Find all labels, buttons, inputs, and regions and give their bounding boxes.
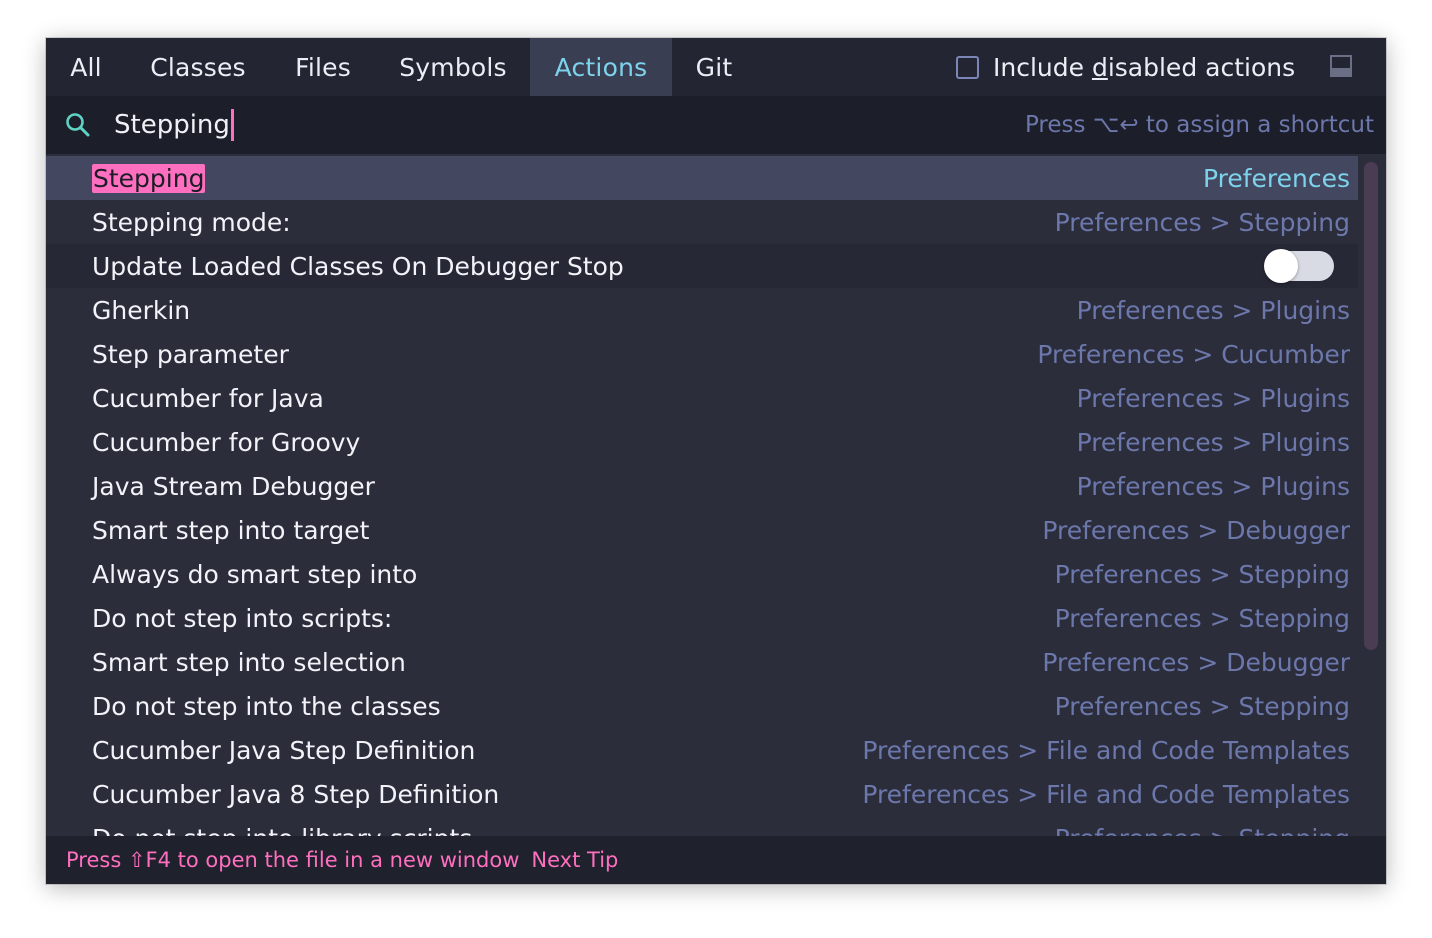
result-name: Do not step into the classes (92, 692, 441, 721)
result-name-text: Cucumber for Java (92, 383, 324, 413)
result-row[interactable]: Smart step into target Preferences > Debu… (46, 508, 1358, 552)
result-location: Preferences > Stepping (1054, 207, 1350, 237)
open-in-tool-window-icon[interactable] (1330, 55, 1352, 77)
result-location: Preferences > Debugger (1042, 647, 1350, 677)
tab-classes[interactable]: Classes (126, 38, 270, 96)
result-name: Step parameter (92, 340, 289, 369)
result-location: Preferences > Plugins (1076, 383, 1350, 413)
result-row[interactable]: Cucumber Java 8 Step Definition Preferenc… (46, 772, 1358, 816)
result-row[interactable]: Step parameter Preferences > Cucumber (46, 332, 1358, 376)
result-location: Preferences (1202, 163, 1350, 193)
result-location: Preferences > File and Code Templates (862, 735, 1350, 765)
result-location: Preferences > Plugins (1076, 471, 1350, 501)
result-row[interactable]: Stepping mode: Preferences > Stepping (46, 200, 1358, 244)
result-row[interactable]: Smart step into selection Preferences > D… (46, 640, 1358, 684)
result-row[interactable]: Update Loaded Classes On Debugger Stop (46, 244, 1358, 288)
result-row[interactable]: Cucumber for Java Preferences > Plugins (46, 376, 1358, 420)
include-disabled-checkbox[interactable] (956, 55, 979, 79)
scrollbar[interactable] (1364, 162, 1378, 650)
result-location: Preferences > Stepping (1054, 691, 1350, 721)
result-location: Preferences > Plugins (1076, 427, 1350, 457)
result-row[interactable]: Gherkin Preferences > Plugins (46, 288, 1358, 332)
result-name: Cucumber for Java (92, 384, 324, 413)
result-row[interactable]: Do not step into scripts: Preferences > S… (46, 596, 1358, 640)
footer-bar: Press ⇧F4 to open the file in a new wind… (46, 836, 1386, 884)
toggle-switch[interactable] (1264, 249, 1334, 283)
result-name-text: Smart step into target (92, 515, 370, 545)
next-tip-link[interactable]: Next Tip (531, 848, 618, 872)
search-row: Stepping Press ⌥↩ to assign a shortcut (46, 96, 1386, 154)
match-highlight: Stepping (92, 163, 206, 193)
result-location: Preferences > File and Code Templates (862, 779, 1350, 809)
search-icon (66, 113, 90, 137)
result-location: Preferences > Cucumber (1037, 339, 1350, 369)
result-location: Preferences > Stepping (1055, 824, 1350, 837)
result-row[interactable]: Java Stream Debugger Preferences > Plugin… (46, 464, 1358, 508)
result-row[interactable]: Do not step into the classes Preferences … (46, 684, 1358, 728)
result-name-text: Cucumber for Groovy (92, 427, 361, 457)
results-list: Stepping Preferences Stepping mode: Prefere… (46, 156, 1358, 836)
result-name: Gherkin (92, 296, 190, 325)
result-location: Preferences > Debugger (1042, 515, 1350, 545)
tab-bar: All Classes Files Symbols Actions Git In… (46, 38, 1386, 96)
result-name-text: Do not step into library scripts (92, 824, 472, 837)
result-name-text: Update Loaded Classes On Debugger Stop (92, 251, 624, 281)
result-name: Java Stream Debugger (92, 472, 375, 501)
search-everywhere-popup: All Classes Files Symbols Actions Git In… (46, 38, 1386, 884)
tab-git[interactable]: Git (672, 38, 756, 96)
search-input[interactable]: Stepping (114, 104, 974, 146)
result-name: Do not step into scripts: (92, 604, 392, 633)
result-row[interactable]: Cucumber Java Step Definition Preferences… (46, 728, 1358, 772)
result-name-text: Cucumber Java 8 Step Definition (92, 779, 500, 809)
result-name-text: Gherkin (92, 295, 191, 325)
result-name: Do not step into library scripts (92, 824, 472, 837)
tab-actions[interactable]: Actions (530, 38, 672, 96)
result-name: Cucumber for Groovy (92, 428, 360, 457)
result-name-text: Step parameter (92, 339, 289, 369)
text-caret (230, 109, 234, 141)
result-name: Stepping (92, 163, 206, 193)
tab-all[interactable]: All (46, 38, 126, 96)
include-disabled-label: Include disabled actions (993, 52, 1296, 82)
result-name: Cucumber Java Step Definition (92, 736, 475, 765)
result-row[interactable]: Cucumber for Groovy Preferences > Plugins (46, 420, 1358, 464)
result-name-text: Do not step into the classes (92, 691, 441, 721)
result-location: Preferences > Stepping (1054, 559, 1350, 589)
result-name-text: Cucumber Java Step Definition (92, 735, 476, 765)
result-name: Update Loaded Classes On Debugger Stop (92, 252, 624, 281)
result-name: Cucumber Java 8 Step Definition (92, 780, 499, 809)
result-name: Smart step into target (92, 516, 369, 545)
result-name-text: Do not step into scripts: (92, 603, 393, 633)
shortcut-hint: Press ⌥↩ to assign a shortcut (1024, 112, 1374, 138)
result-name: Stepping mode: (92, 208, 291, 237)
result-location: Preferences > Plugins (1076, 295, 1350, 325)
result-name-text: Smart step into selection (92, 647, 406, 677)
result-name-text: Stepping mode: (92, 207, 291, 237)
tab-files[interactable]: Files (270, 38, 376, 96)
include-disabled-actions-option[interactable]: Include disabled actions (956, 38, 1295, 96)
result-location: Preferences > Stepping (1054, 603, 1350, 633)
result-row[interactable]: Always do smart step into Preferences > S… (46, 552, 1358, 596)
result-name: Smart step into selection (92, 648, 406, 677)
footer-tip: Press ⇧F4 to open the file in a new wind… (66, 848, 520, 872)
result-name: Always do smart step into (92, 560, 417, 589)
result-row[interactable]: Stepping Preferences (46, 156, 1358, 200)
result-row[interactable]: Do not step into library scripts Preferen… (46, 816, 1358, 837)
tab-symbols[interactable]: Symbols (376, 38, 530, 96)
result-name-text: Java Stream Debugger (92, 471, 375, 501)
result-name-text: Always do smart step into (92, 559, 418, 589)
